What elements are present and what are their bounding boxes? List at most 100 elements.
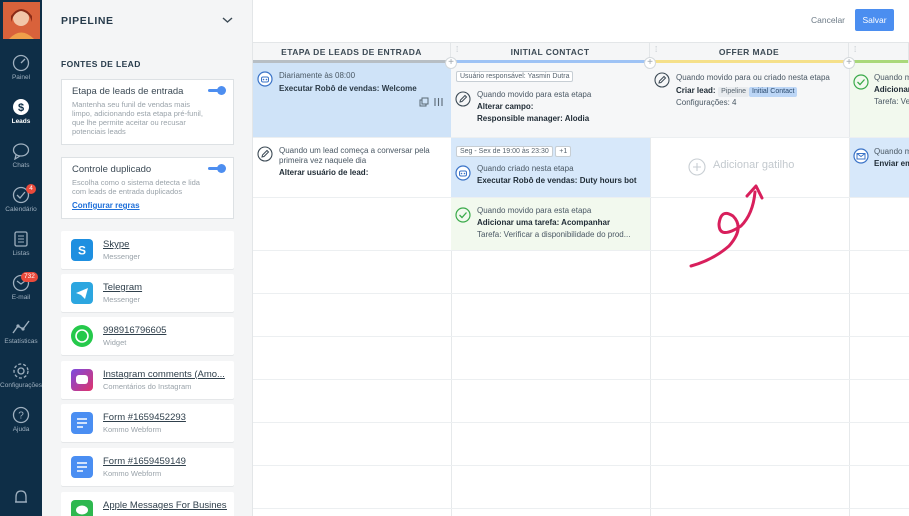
drag-handle-icon[interactable]: ⁞ [655,46,657,54]
settings-icon [13,363,29,379]
trigger-action: Alterar campo: [477,102,534,111]
chevron-down-icon[interactable] [222,15,233,25]
source-name[interactable]: Instagram comments (Amo... [103,369,227,380]
source-name[interactable]: Skype [103,239,227,250]
responsible-user-tag: Usuário responsável: Yasmin Dutra [456,71,574,82]
source-type: Messenger [103,252,141,261]
column-header-initial-contact[interactable]: ⁞ INITIAL CONTACT [451,43,650,63]
nav-item-listas[interactable]: Listas [0,228,42,272]
source-name[interactable]: Form #1659452293 [103,412,227,423]
nav-label: E-mail [11,294,31,301]
source-item-whatsapp[interactable]: 998916796605 Widget [61,317,234,355]
add-column-button[interactable]: + [644,57,656,69]
robot-icon [455,165,471,181]
copy-icon[interactable] [419,97,429,107]
trigger-settings: Configurações: 4 [676,98,737,107]
add-column-button[interactable]: + [445,57,457,69]
nav-label: Ajuda [12,426,30,433]
nav-item-leads[interactable]: $ Leads [0,96,42,140]
source-type: Comentários do Instagram [103,382,192,391]
source-name[interactable]: 998916796605 [103,325,227,336]
trigger-condition-cont: primeira vez naquele dia [279,156,367,165]
duplicate-control-toggle[interactable] [208,164,226,173]
nav-item-ajuda[interactable]: ? Ajuda [0,404,42,448]
trigger-card[interactable]: Quando movido para esta etapa Adicionar … [451,198,650,250]
calendar-badge: 4 [26,184,36,194]
column-header-next[interactable]: ⁞ [849,43,909,63]
trigger-action: Alterar usuário de lead: [279,168,369,177]
leads-icon: $ [13,99,29,115]
trigger-card[interactable]: Diariamente às 08:00 Executar Robô de ve… [253,63,451,137]
save-button[interactable]: Salvar [855,9,894,31]
header-bar: Cancelar Salvar [253,0,909,43]
cancel-button[interactable]: Cancelar [811,15,845,25]
incoming-leads-toggle[interactable] [208,86,226,95]
nav-item-email[interactable]: 732 E-mail [0,272,42,316]
edit-icon [257,146,273,162]
trigger-action: Executar Robô de vendas: Duty hours bot [477,176,637,185]
robot-icon [257,71,273,87]
source-name[interactable]: Apple Messages For Business [103,500,227,511]
nav-item-configuracoes[interactable]: Configurações [0,360,42,404]
source-item-apple-messages[interactable]: Apple Messages For Business [61,492,234,516]
trigger-card[interactable]: Quando m Adicionar Tarefa: Ve [850,63,909,137]
source-name[interactable]: Telegram [103,282,227,293]
nav-item-calendario[interactable]: 4 Calendário [0,184,42,228]
svg-text:$: $ [18,102,24,114]
form-icon [71,456,93,478]
task-check-icon [455,207,471,223]
edit-icon [455,91,471,107]
drag-handle-icon[interactable]: ⁞ [854,46,856,54]
trigger-card[interactable]: Quando um lead começa a conversar pela p… [253,138,451,197]
column-title: ETAPA DE LEADS DE ENTRADA [281,47,422,57]
add-trigger-label: Adicionar gatilho [713,159,795,171]
trigger-card[interactable]: Quando movido para ou criado nesta etapa… [650,63,849,137]
nav-label: Configurações [0,382,42,389]
source-item-skype[interactable]: S Skype Messenger [61,231,234,269]
column-header-incoming[interactable]: ETAPA DE LEADS DE ENTRADA [253,43,451,63]
avatar[interactable] [3,2,40,39]
lead-sources-title: FONTES DE LEAD [61,59,141,69]
trigger-condition: Quando m [874,73,909,82]
trigger-action: Executar Robô de vendas: Welcome [279,84,417,93]
schedule-tag: Seg - Sex de 19:00 às 23:30 [456,146,553,157]
trigger-condition: Quando m [874,147,909,156]
add-column-button[interactable]: + [843,57,855,69]
lead-sources-panel: PIPELINE FONTES DE LEAD Etapa de leads d… [42,0,253,516]
column-header-offer-made[interactable]: ⁞ OFFER MADE [650,43,849,63]
source-item-form[interactable]: Form #1659459149 Kommo Webform [61,448,234,486]
trigger-detail: Tarefa: Verificar a disponibilidade do p… [477,230,631,239]
trigger-detail: Tarefa: Ve [874,97,909,106]
incoming-leads-title: Etapa de leads de entrada [72,86,184,97]
pipeline-title[interactable]: PIPELINE [61,15,114,27]
nav-rail: Painel $ Leads Chats 4 Calendário Listas… [0,0,42,516]
svg-text:?: ? [18,411,24,422]
trigger-card[interactable]: Usuário responsável: Yasmin Dutra Quando… [451,63,650,137]
drag-handle-icon[interactable]: ⁞ [456,46,458,54]
skype-icon: S [71,239,93,261]
trigger-card[interactable]: Seg - Sex de 19:00 às 23:30 +1 Quando cr… [451,138,650,197]
configure-rules-link[interactable]: Configurar regras [72,201,223,210]
source-item-instagram[interactable]: Instagram comments (Amo... Comentários d… [61,361,234,399]
nav-item-notifications[interactable] [0,486,42,516]
nav-item-chats[interactable]: Chats [0,140,42,184]
source-type: Kommo Webform [103,469,162,478]
nav-item-estatisticas[interactable]: Estatísticas [0,316,42,360]
source-name[interactable]: Form #1659459149 [103,456,227,467]
source-item-form[interactable]: Form #1659452293 Kommo Webform [61,404,234,442]
trigger-action: Enviar em [874,159,909,168]
source-type: Widget [103,338,127,347]
apple-messages-icon [71,500,93,516]
column-title: OFFER MADE [718,47,780,57]
source-type: Kommo Webform [103,425,162,434]
nav-item-painel[interactable]: Painel [0,52,42,96]
svg-text:S: S [78,244,86,258]
trigger-condition: Quando movido para ou criado nesta etapa [676,73,830,82]
source-item-telegram[interactable]: Telegram Messenger [61,274,234,312]
drag-handle-icon[interactable] [434,97,443,107]
duplicate-control-title: Controle duplicado [72,164,152,175]
trigger-action: Adicionar uma tarefa: Acompanhar [477,218,611,227]
nav-label: Listas [12,250,30,257]
nav-label: Estatísticas [4,338,38,345]
trigger-card[interactable]: Quando m Enviar em [850,138,909,197]
